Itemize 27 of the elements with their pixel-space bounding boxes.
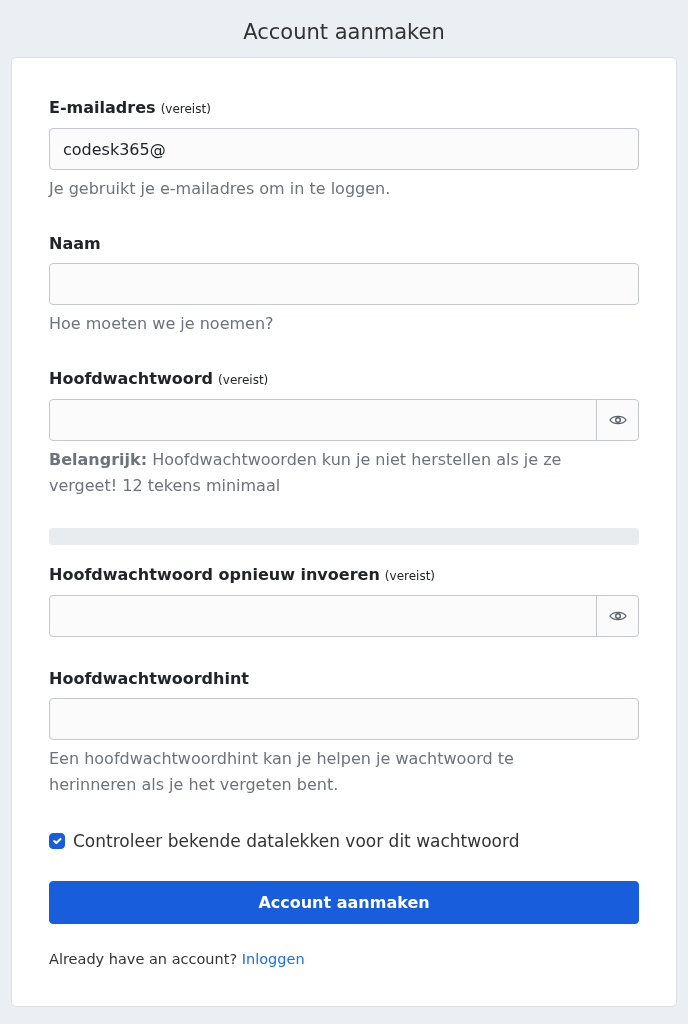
eye-icon: [608, 610, 627, 622]
show-password-button[interactable]: [596, 399, 639, 441]
field-label: Naam: [49, 234, 101, 253]
password-field[interactable]: [49, 399, 597, 441]
help-text: Hoe moeten we je noemen?: [49, 313, 275, 335]
text-field[interactable]: [49, 698, 639, 740]
create-account-button[interactable]: Account aanmaken: [49, 881, 639, 924]
required-note: (vereist): [160, 102, 211, 116]
footer-text: Already have an account?: [49, 951, 238, 967]
help-text: Een hoofdwachtwoordhint kan je helpen je wachtwoord te herinneren als je het vergeten bent.: [49, 748, 515, 796]
field-label: E-mailadres: [49, 98, 156, 117]
required-note: (vereist): [384, 569, 436, 583]
text-field[interactable]: [49, 263, 639, 305]
required-note: (vereist): [218, 373, 269, 387]
checkbox[interactable]: [49, 833, 65, 849]
login-link[interactable]: Inloggen: [241, 951, 305, 967]
eye-icon: [608, 414, 627, 426]
show-password-button[interactable]: [596, 595, 639, 637]
field-label: Hoofdwachtwoordhint: [49, 669, 249, 688]
field-label: Hoofdwachtwoord opnieuw invoeren: [49, 565, 380, 584]
text-field[interactable]: codesk365@: [49, 128, 639, 170]
password-field[interactable]: [49, 595, 597, 637]
help-text: Belangrijk: Hoofdwachtwoorden kun je niet herstellen als je ze vergeet! 12 tekens minimaal: [49, 449, 563, 497]
help-text: Je gebruikt je e-mailadres om in te loggen.: [49, 178, 392, 200]
page-title: Account aanmaken: [242, 19, 446, 46]
checkbox-label: Controleer bekende datalekken voor dit wachtwoord: [73, 830, 520, 853]
field-label: Hoofdwachtwoord: [49, 369, 213, 388]
